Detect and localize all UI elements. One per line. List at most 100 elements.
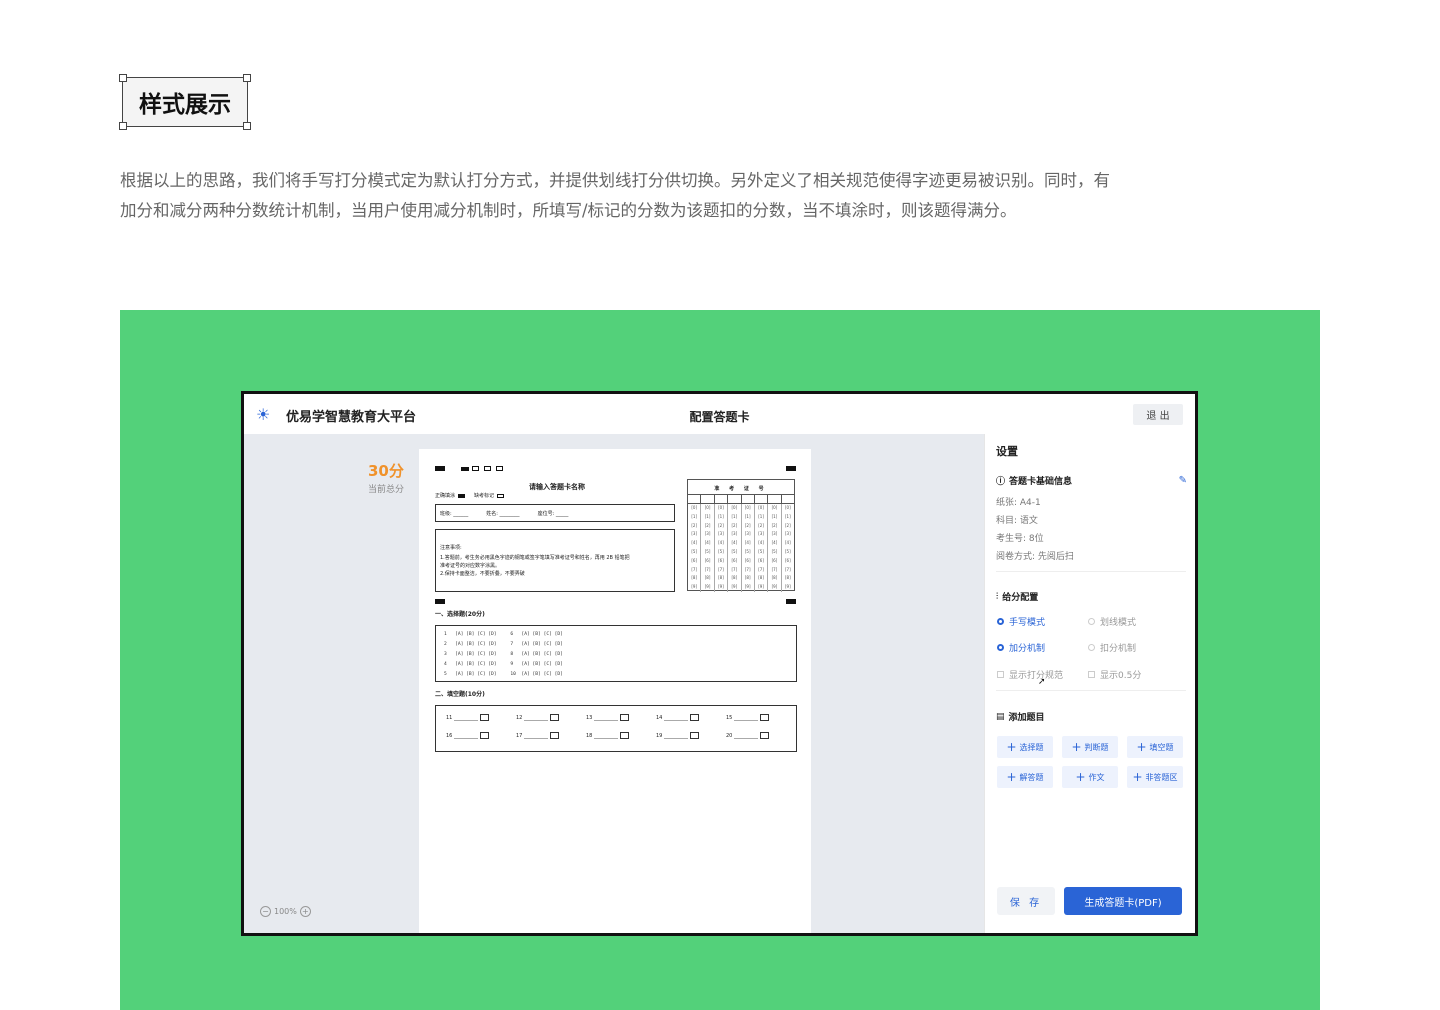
digit-bubble[interactable]: [4] xyxy=(755,539,767,548)
digit-bubble[interactable]: [1] xyxy=(715,513,727,522)
blank-item[interactable]: 16 xyxy=(446,732,490,739)
digit-bubble[interactable]: [0] xyxy=(701,504,713,513)
digit-bubble[interactable]: [5] xyxy=(782,548,794,557)
digit-bubble[interactable]: [5] xyxy=(715,548,727,557)
digit-bubble[interactable]: [8] xyxy=(755,574,767,583)
digit-bubble[interactable]: [1] xyxy=(688,513,700,522)
digit-bubble[interactable]: [7] xyxy=(755,566,767,575)
digit-bubble[interactable]: [4] xyxy=(688,539,700,548)
digit-bubble[interactable]: [7] xyxy=(728,566,740,575)
blank-item[interactable]: 17 xyxy=(516,732,560,739)
score-box[interactable] xyxy=(550,714,560,721)
blank-item[interactable]: 11 xyxy=(446,714,490,721)
digit-bubble[interactable]: [6] xyxy=(715,557,727,566)
score-box[interactable] xyxy=(690,732,700,739)
digit-bubble[interactable]: [5] xyxy=(742,548,754,557)
digit-bubble[interactable]: [7] xyxy=(768,566,780,575)
digit-bubble[interactable]: [4] xyxy=(782,539,794,548)
blank-item[interactable]: 15 xyxy=(726,714,770,721)
digit-bubble[interactable]: [4] xyxy=(701,539,713,548)
digit-bubble[interactable]: [3] xyxy=(768,530,780,539)
sheet-title[interactable]: 请输入答题卡名称 xyxy=(529,482,585,492)
digit-bubble[interactable]: [6] xyxy=(728,557,740,566)
digit-bubble[interactable]: [8] xyxy=(715,574,727,583)
save-button[interactable]: 保 存 xyxy=(997,887,1055,915)
edit-icon[interactable]: ✎ xyxy=(1179,475,1187,486)
digit-bubble[interactable]: [3] xyxy=(742,530,754,539)
checkbox-show-half[interactable]: 显示0.5分 xyxy=(1088,668,1141,681)
score-box[interactable] xyxy=(480,732,490,739)
digit-bubble[interactable]: [7] xyxy=(782,566,794,575)
digit-bubble[interactable]: [2] xyxy=(728,522,740,531)
digit-bubble[interactable]: [1] xyxy=(728,513,740,522)
digit-bubble[interactable]: [9] xyxy=(701,583,713,592)
digit-bubble[interactable]: [0] xyxy=(782,504,794,513)
digit-bubble[interactable]: [0] xyxy=(755,504,767,513)
digit-bubble[interactable]: [4] xyxy=(715,539,727,548)
digit-bubble[interactable]: [7] xyxy=(742,566,754,575)
add-non-answer-area-button[interactable]: + 非答题区 xyxy=(1127,766,1183,788)
digit-bubble[interactable]: [0] xyxy=(688,504,700,513)
radio-line-mode[interactable]: 划线模式 xyxy=(1088,615,1136,628)
add-choice-button[interactable]: + 选择题 xyxy=(997,736,1053,758)
digit-bubble[interactable]: [8] xyxy=(742,574,754,583)
digit-bubble[interactable]: [5] xyxy=(728,548,740,557)
blank-item[interactable]: 14 xyxy=(656,714,700,721)
digit-bubble[interactable]: [5] xyxy=(755,548,767,557)
radio-add-mechanism[interactable]: 加分机制 xyxy=(997,641,1045,654)
blank-item[interactable]: 12 xyxy=(516,714,560,721)
generate-pdf-button[interactable]: 生成答题卡(PDF) xyxy=(1064,887,1182,915)
missing-mark-box[interactable] xyxy=(497,493,505,498)
digit-bubble[interactable]: [0] xyxy=(715,504,727,513)
digit-bubble[interactable]: [9] xyxy=(688,583,700,592)
digit-bubble[interactable]: [9] xyxy=(742,583,754,592)
choice-question-box[interactable]: 1 [A] [B] [C] [D] 6 [A] [B] [C] [D] 2 [A… xyxy=(435,625,797,682)
zoom-in-icon[interactable]: + xyxy=(299,906,311,917)
digit-bubble[interactable]: [6] xyxy=(742,557,754,566)
add-blank-button[interactable]: + 填空题 xyxy=(1127,736,1183,758)
digit-bubble[interactable]: [8] xyxy=(768,574,780,583)
digit-bubble[interactable]: [2] xyxy=(715,522,727,531)
score-box[interactable] xyxy=(760,732,770,739)
digit-bubble[interactable]: [0] xyxy=(768,504,780,513)
digit-bubble[interactable]: [3] xyxy=(755,530,767,539)
digit-bubble[interactable]: [9] xyxy=(728,583,740,592)
digit-bubble[interactable]: [2] xyxy=(688,522,700,531)
digit-bubble[interactable]: [4] xyxy=(742,539,754,548)
digit-bubble[interactable]: [0] xyxy=(742,504,754,513)
answer-sheet[interactable]: 请输入答题卡名称 正确填涂 缺考标记 班级: ______ 姓名: ______… xyxy=(419,449,811,933)
digit-bubble[interactable]: [6] xyxy=(701,557,713,566)
radio-handwrite-mode[interactable]: 手写模式 xyxy=(997,615,1045,628)
blank-item[interactable]: 13 xyxy=(586,714,630,721)
digit-bubble[interactable]: [4] xyxy=(768,539,780,548)
digit-bubble[interactable]: [6] xyxy=(768,557,780,566)
digit-bubble[interactable]: [1] xyxy=(742,513,754,522)
digit-bubble[interactable]: [4] xyxy=(728,539,740,548)
score-box[interactable] xyxy=(760,714,770,721)
digit-bubble[interactable]: [6] xyxy=(782,557,794,566)
radio-deduct-mechanism[interactable]: 扣分机制 xyxy=(1088,641,1136,654)
blank-question-box[interactable]: 11 12 13 14 15 16 17 18 19 20 xyxy=(435,705,797,752)
digit-bubble[interactable]: [9] xyxy=(768,583,780,592)
score-box[interactable] xyxy=(480,714,490,721)
digit-bubble[interactable]: [3] xyxy=(688,530,700,539)
add-judge-button[interactable]: + 判断题 xyxy=(1062,736,1118,758)
digit-bubble[interactable]: [9] xyxy=(715,583,727,592)
digit-bubble[interactable]: [3] xyxy=(715,530,727,539)
digit-bubble[interactable]: [2] xyxy=(768,522,780,531)
score-box[interactable] xyxy=(550,732,560,739)
digit-bubble[interactable]: [8] xyxy=(728,574,740,583)
zoom-out-icon[interactable]: − xyxy=(260,906,271,917)
digit-bubble[interactable]: [2] xyxy=(782,522,794,531)
score-box[interactable] xyxy=(620,714,630,721)
digit-bubble[interactable]: [5] xyxy=(768,548,780,557)
digit-bubble[interactable]: [2] xyxy=(742,522,754,531)
digit-bubble[interactable]: [9] xyxy=(782,583,794,592)
exit-button[interactable]: 退 出 xyxy=(1133,404,1183,425)
digit-bubble[interactable]: [6] xyxy=(755,557,767,566)
digit-bubble[interactable]: [7] xyxy=(688,566,700,575)
score-box[interactable] xyxy=(620,732,630,739)
digit-bubble[interactable]: [1] xyxy=(782,513,794,522)
add-essay-button[interactable]: + 作文 xyxy=(1062,766,1118,788)
blank-item[interactable]: 19 xyxy=(656,732,700,739)
